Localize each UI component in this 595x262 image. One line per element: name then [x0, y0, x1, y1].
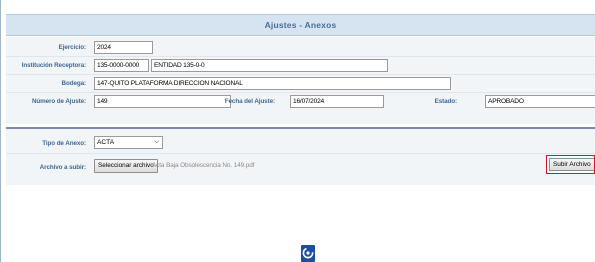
numero-ajuste-label: Número de Ajuste: — [31, 98, 86, 105]
estado-field[interactable]: APROBADO — [485, 95, 595, 108]
fecha-ajuste-field[interactable]: 16/07/2024 — [290, 95, 384, 108]
selected-filename: Acta Baja Obsolescencia No. 149.pdf — [152, 162, 255, 169]
chevron-down-icon: ⌵ — [154, 139, 159, 145]
row-divider — [6, 74, 595, 75]
tipo-anexo-value: ACTA — [97, 139, 115, 146]
numero-ajuste-field[interactable]: 149 — [94, 95, 231, 108]
tipo-anexo-select[interactable]: ACTA ⌵ — [94, 136, 163, 149]
ejercicio-label: Ejercicio: — [58, 44, 86, 51]
row-divider — [6, 92, 595, 93]
upload-file-label: Subir Archivo — [549, 158, 594, 171]
fecha-ajuste-label: Fecha del Ajuste: — [224, 98, 275, 105]
institucion-label: Institución Receptora: — [21, 62, 86, 69]
bodega-label: Bodega: — [61, 80, 87, 87]
row-divider — [6, 56, 595, 57]
institucion-name-field[interactable]: ENTIDAD 135-0-0 — [151, 59, 388, 72]
archivo-label: Archivo a subir: — [39, 164, 86, 171]
loading-spinner-icon — [301, 245, 315, 262]
row-divider — [6, 153, 595, 154]
institucion-code-field[interactable]: 135-0000-0000 — [94, 59, 149, 72]
page-title: Ajustes - Anexos — [6, 14, 595, 36]
choose-file-button[interactable]: Seleccionar archivo — [94, 159, 158, 173]
ejercicio-field[interactable]: 2024 — [94, 41, 153, 54]
upload-file-button[interactable]: Subir Archivo — [546, 155, 595, 174]
tipo-anexo-label: Tipo de Anexo: — [42, 140, 86, 147]
estado-label: Estado: — [434, 98, 458, 105]
bodega-field[interactable]: 147-QUITO PLATAFORMA DIRECCION NACIONAL — [94, 77, 451, 90]
